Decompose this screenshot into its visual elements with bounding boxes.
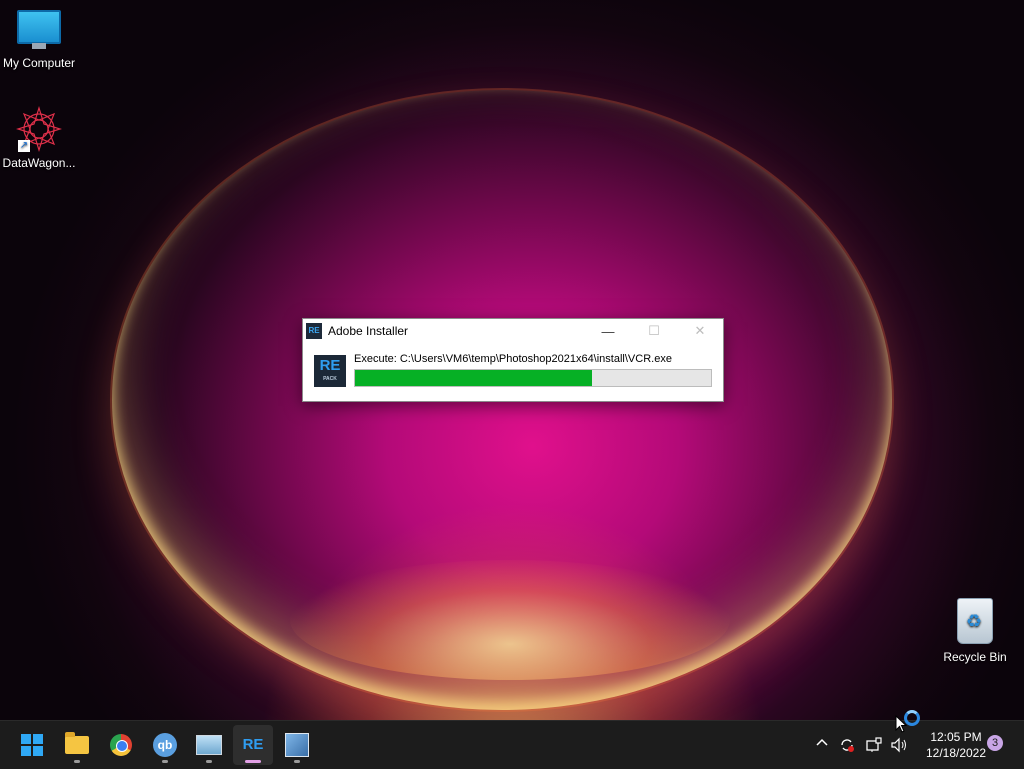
desktop-icon-datawagon[interactable]: ↗ DataWagon... [0, 105, 81, 170]
desktop-icon-recycle-bin[interactable]: ♻ Recycle Bin [933, 598, 1017, 664]
sync-error-icon [841, 739, 854, 752]
taskbar: qb RE 12:05 PM 12/18/2022 [0, 720, 1024, 769]
repack-app-icon: RE [306, 323, 322, 339]
clock-date: 12/18/2022 [925, 746, 987, 760]
minimize-button[interactable]: — [585, 319, 631, 343]
start-button[interactable] [12, 725, 52, 765]
close-button[interactable]: ✕ [677, 319, 723, 343]
taskbar-chrome[interactable] [101, 725, 141, 765]
recycle-bin-icon: ♻ [957, 598, 993, 644]
speaker-icon [891, 737, 906, 753]
taskbar-file-explorer[interactable] [57, 725, 97, 765]
install-progress-bar [354, 369, 712, 387]
repack-logo-icon: RE PACK [314, 355, 346, 387]
logo-subtext: PACK [323, 376, 337, 382]
clock-time: 12:05 PM [930, 730, 982, 744]
setup-icon [285, 733, 309, 757]
window-title: Adobe Installer [328, 324, 409, 338]
taskbar-photos[interactable] [189, 725, 229, 765]
tray-network-icon[interactable] [865, 721, 883, 769]
photos-icon [196, 735, 222, 755]
running-indicator [74, 760, 80, 763]
wallpaper-glow [290, 560, 730, 680]
running-indicator [162, 760, 168, 763]
taskbar-qbittorrent[interactable]: qb [145, 725, 185, 765]
taskbar-clock[interactable]: 12:05 PM 12/18/2022 [916, 729, 996, 761]
shortcut-arrow-icon: ↗ [18, 140, 30, 152]
tray-overflow-chevron[interactable] [814, 721, 830, 769]
chrome-icon [110, 734, 132, 756]
desktop-icon-label: My Computer [2, 56, 76, 70]
mouse-pointer-icon [895, 715, 907, 733]
datawagon-icon: ↗ [15, 105, 63, 153]
qbittorrent-icon: qb [153, 733, 177, 757]
desktop-icon-label: DataWagon... [2, 156, 76, 170]
network-icon [866, 737, 882, 752]
monitor-icon [17, 10, 61, 49]
logo-text: RE [319, 357, 341, 374]
notification-badge[interactable]: 3 [987, 735, 1003, 751]
taskbar-setup[interactable] [277, 725, 317, 765]
execute-status-text: Execute: C:\Users\VM6\temp\Photoshop2021… [354, 353, 672, 365]
windows-start-icon [21, 734, 43, 756]
running-indicator [294, 760, 300, 763]
desktop-icon-my-computer[interactable]: My Computer [0, 10, 81, 70]
repack-icon: RE [242, 736, 264, 753]
running-indicator [206, 760, 212, 763]
maximize-button[interactable]: ☐ [631, 319, 677, 343]
active-indicator [245, 760, 261, 763]
folder-icon [65, 732, 89, 754]
installer-window: RE Adobe Installer — ☐ ✕ RE PACK Execute… [302, 318, 724, 402]
desktop-icon-label: Recycle Bin [943, 650, 1007, 664]
taskbar-repack-installer[interactable]: RE [233, 725, 273, 765]
chevron-up-icon [814, 735, 830, 756]
window-body: RE PACK Execute: C:\Users\VM6\temp\Photo… [303, 343, 723, 401]
progress-fill [355, 370, 592, 386]
window-titlebar[interactable]: RE Adobe Installer — ☐ ✕ [303, 319, 723, 343]
tray-sync-icon[interactable] [838, 721, 856, 769]
